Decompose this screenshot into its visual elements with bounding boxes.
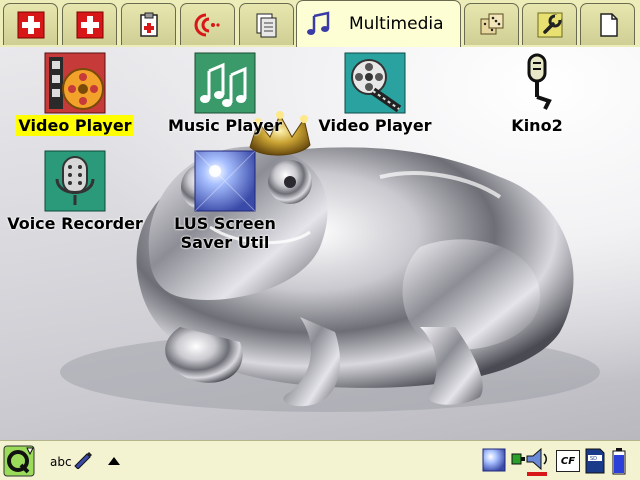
input-method-button[interactable]: abc <box>50 449 92 469</box>
launcher-label: Kino2 <box>511 116 563 135</box>
tab-multimedia[interactable]: Multimedia <box>296 0 461 47</box>
tab-documents[interactable] <box>239 3 294 45</box>
tab-applications[interactable] <box>62 3 117 45</box>
launcher-video-player-2[interactable]: Video Player <box>300 51 450 136</box>
launcher-label: Music Player <box>167 116 283 135</box>
volume-icon[interactable] <box>524 445 552 477</box>
sd-card-icon[interactable]: SD <box>584 447 606 475</box>
cf-card-label: CF <box>560 455 576 467</box>
launcher-video-player[interactable]: Video Player <box>0 51 150 136</box>
clipboard-plus-icon <box>139 12 158 37</box>
swiss-cross-icon <box>17 11 44 38</box>
category-tab-bar: Multimedia <box>0 0 640 48</box>
film-reel-icon <box>44 52 106 114</box>
battery-icon[interactable] <box>612 447 626 475</box>
launcher-lus-screen-saver-util[interactable]: LUS Screen Saver Util <box>150 149 300 253</box>
wrench-icon <box>537 12 562 37</box>
triangle-up-icon[interactable] <box>106 455 122 467</box>
voice-recorder-icon <box>44 150 106 212</box>
music-note-icon <box>307 11 330 35</box>
input-method-label: abc <box>50 455 72 469</box>
microphone-icon <box>527 53 552 110</box>
document-stack-icon <box>256 13 276 37</box>
launcher-desktop: Video Player Music Player Video Player K… <box>0 47 640 440</box>
launcher-kino2[interactable]: Kino2 <box>462 51 612 136</box>
music-notes-icon <box>194 52 256 114</box>
taskbar: abc CF SD <box>0 440 640 480</box>
tab-settings[interactable] <box>3 3 58 45</box>
launcher-label: Voice Recorder <box>7 214 143 233</box>
launcher-voice-recorder[interactable]: Voice Recorder <box>0 149 150 234</box>
tab-other[interactable] <box>580 3 635 45</box>
tab-multimedia-label: Multimedia <box>349 14 444 34</box>
launcher-label: Video Player <box>318 116 432 135</box>
tab-system[interactable] <box>522 3 577 45</box>
screensaver-icon <box>194 150 256 212</box>
tab-games[interactable] <box>464 3 519 45</box>
launcher-music-player[interactable]: Music Player <box>150 51 300 136</box>
cf-card-icon[interactable]: CF <box>556 450 580 472</box>
launcher-label: LUS Screen Saver Util <box>174 214 276 252</box>
dice-icon <box>480 13 503 34</box>
blank-document-icon <box>599 12 618 37</box>
pencil-icon <box>73 452 92 469</box>
tab-network[interactable] <box>180 3 235 45</box>
swiss-cross-icon <box>76 11 103 38</box>
screensaver-tray-icon[interactable] <box>482 448 506 472</box>
start-menu-button[interactable] <box>3 445 35 477</box>
wireless-signal-icon <box>194 13 220 36</box>
launcher-label: Video Player <box>16 115 134 136</box>
tab-pim[interactable] <box>121 3 176 45</box>
film-strip-icon <box>344 52 406 114</box>
svg-text:SD: SD <box>590 456 597 462</box>
